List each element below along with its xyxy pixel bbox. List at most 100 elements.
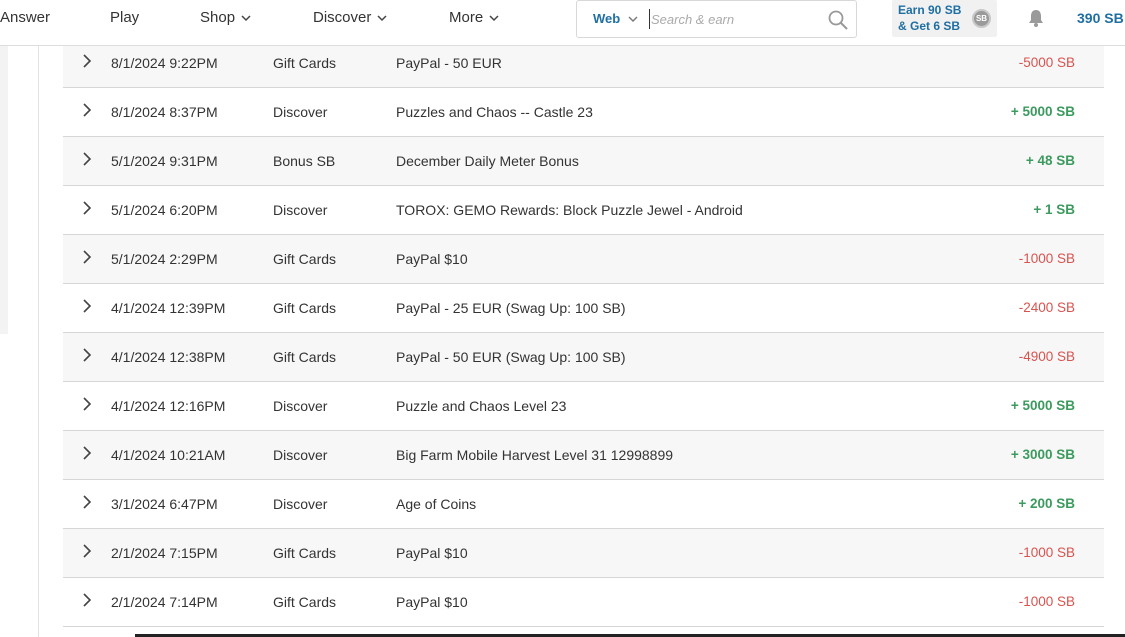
nav-discover-label: Discover <box>313 9 372 26</box>
transaction-type: Discover <box>273 202 328 218</box>
sb-coin-icon: SB <box>972 9 991 28</box>
transaction-type: Gift Cards <box>273 594 337 610</box>
transaction-amount: + 200 SB <box>1018 496 1075 511</box>
nav-more[interactable]: More <box>449 0 499 36</box>
transaction-date: 5/1/2024 2:29PM <box>111 251 218 267</box>
search-scope-label: Web <box>593 11 621 26</box>
search-icon[interactable] <box>827 9 849 31</box>
earn-offer-text: Earn 90 SB & Get 6 SB <box>898 2 961 34</box>
transaction-type: Gift Cards <box>273 545 337 561</box>
transaction-date: 8/1/2024 8:37PM <box>111 104 218 120</box>
table-row[interactable]: 3/1/2024 6:47PM Discover Age of Coins + … <box>63 480 1104 529</box>
transaction-date: 2/1/2024 7:14PM <box>111 594 218 610</box>
chevron-right-icon[interactable] <box>81 250 93 264</box>
transaction-type: Gift Cards <box>273 55 337 71</box>
transaction-table: 8/1/2024 9:22PM Gift Cards PayPal - 50 E… <box>63 39 1104 627</box>
nav-answer[interactable]: Answer <box>0 0 50 36</box>
transaction-amount: + 5000 SB <box>1010 104 1075 119</box>
transaction-date: 4/1/2024 12:39PM <box>111 300 226 316</box>
transaction-amount: + 1 SB <box>1033 202 1075 217</box>
table-row[interactable]: 5/1/2024 2:29PM Gift Cards PayPal $10 -1… <box>63 235 1104 284</box>
transaction-type: Gift Cards <box>273 251 337 267</box>
transaction-amount: -2400 SB <box>1018 300 1075 315</box>
transaction-description: TOROX: GEMO Rewards: Block Puzzle Jewel … <box>396 202 743 218</box>
table-row[interactable]: 5/1/2024 6:20PM Discover TOROX: GEMO Rew… <box>63 186 1104 235</box>
chevron-right-icon[interactable] <box>81 299 93 313</box>
chevron-right-icon[interactable] <box>81 397 93 411</box>
chevron-right-icon[interactable] <box>81 446 93 460</box>
transaction-type: Discover <box>273 496 328 512</box>
chevron-right-icon[interactable] <box>81 54 93 68</box>
chevron-right-icon[interactable] <box>81 201 93 215</box>
chevron-right-icon[interactable] <box>81 544 93 558</box>
transaction-amount: + 48 SB <box>1025 153 1075 168</box>
nav-more-label: More <box>449 9 484 26</box>
chevron-right-icon[interactable] <box>81 593 93 607</box>
top-header: Answer Play Shop Discover More Web Earn … <box>0 0 1125 46</box>
chevron-right-icon[interactable] <box>81 152 93 166</box>
nav-shop-label: Shop <box>200 9 236 26</box>
chevron-right-icon[interactable] <box>81 103 93 117</box>
nav-discover[interactable]: Discover <box>313 0 387 36</box>
transaction-type: Bonus SB <box>273 153 336 169</box>
transaction-description: PayPal $10 <box>396 594 468 610</box>
transaction-amount: + 3000 SB <box>1010 447 1075 462</box>
earn-offer-button[interactable]: Earn 90 SB & Get 6 SB SB <box>892 0 997 37</box>
content-divider <box>38 46 39 637</box>
transaction-date: 4/1/2024 12:16PM <box>111 398 226 414</box>
transaction-description: PayPal $10 <box>396 545 468 561</box>
sb-balance[interactable]: 390 SB <box>1077 0 1124 36</box>
transaction-amount: -5000 SB <box>1018 55 1075 70</box>
transaction-description: PayPal - 50 EUR (Swag Up: 100 SB) <box>396 349 626 365</box>
transaction-description: Puzzle and Chaos Level 23 <box>396 398 567 414</box>
nav-shop[interactable]: Shop <box>200 0 251 36</box>
transaction-amount: + 5000 SB <box>1010 398 1075 413</box>
table-row[interactable]: 4/1/2024 10:21AM Discover Big Farm Mobil… <box>63 431 1104 480</box>
table-row[interactable]: 4/1/2024 12:16PM Discover Puzzle and Cha… <box>63 382 1104 431</box>
sidebar-strip <box>0 46 8 334</box>
search-box: Web <box>576 0 857 38</box>
transaction-date: 4/1/2024 12:38PM <box>111 349 226 365</box>
table-row[interactable]: 8/1/2024 8:37PM Discover Puzzles and Cha… <box>63 88 1104 137</box>
chevron-down-icon <box>377 15 387 21</box>
earn-line-2: & Get 6 SB <box>898 19 961 33</box>
table-row[interactable]: 4/1/2024 12:39PM Gift Cards PayPal - 25 … <box>63 284 1104 333</box>
chevron-right-icon[interactable] <box>81 495 93 509</box>
transaction-type: Gift Cards <box>273 300 337 316</box>
chevron-down-icon <box>489 15 499 21</box>
transaction-date: 5/1/2024 9:31PM <box>111 153 218 169</box>
transaction-date: 5/1/2024 6:20PM <box>111 202 218 218</box>
transaction-date: 4/1/2024 10:21AM <box>111 447 226 463</box>
search-scope-select[interactable]: Web <box>593 1 638 37</box>
bell-icon[interactable] <box>1026 8 1046 28</box>
transaction-type: Gift Cards <box>273 349 337 365</box>
table-row[interactable]: 2/1/2024 7:15PM Gift Cards PayPal $10 -1… <box>63 529 1104 578</box>
transaction-amount: -4900 SB <box>1018 349 1075 364</box>
transaction-date: 8/1/2024 9:22PM <box>111 55 218 71</box>
transaction-date: 2/1/2024 7:15PM <box>111 545 218 561</box>
transaction-description: PayPal - 25 EUR (Swag Up: 100 SB) <box>396 300 626 316</box>
transaction-date: 3/1/2024 6:47PM <box>111 496 218 512</box>
table-row[interactable]: 4/1/2024 12:38PM Gift Cards PayPal - 50 … <box>63 333 1104 382</box>
transaction-type: Discover <box>273 104 328 120</box>
table-row[interactable]: 5/1/2024 9:31PM Bonus SB December Daily … <box>63 137 1104 186</box>
transaction-description: Age of Coins <box>396 496 477 512</box>
transaction-description: PayPal $10 <box>396 251 468 267</box>
transaction-description: PayPal - 50 EUR <box>396 55 502 71</box>
transaction-description: December Daily Meter Bonus <box>396 153 579 169</box>
transaction-amount: -1000 SB <box>1018 594 1075 609</box>
transaction-amount: -1000 SB <box>1018 545 1075 560</box>
transaction-type: Discover <box>273 398 328 414</box>
transaction-description: Big Farm Mobile Harvest Level 31 1299889… <box>396 447 674 463</box>
transaction-description: Puzzles and Chaos -- Castle 23 <box>396 104 593 120</box>
earn-line-1: Earn 90 SB <box>898 3 962 17</box>
table-row[interactable]: 2/1/2024 7:14PM Gift Cards PayPal $10 -1… <box>63 578 1104 627</box>
transaction-type: Discover <box>273 447 328 463</box>
search-input[interactable] <box>649 9 821 29</box>
chevron-down-icon <box>628 16 638 23</box>
transaction-amount: -1000 SB <box>1018 251 1075 266</box>
chevron-down-icon <box>241 15 251 21</box>
table-row[interactable]: 8/1/2024 9:22PM Gift Cards PayPal - 50 E… <box>63 39 1104 88</box>
nav-play[interactable]: Play <box>110 0 139 36</box>
chevron-right-icon[interactable] <box>81 348 93 362</box>
